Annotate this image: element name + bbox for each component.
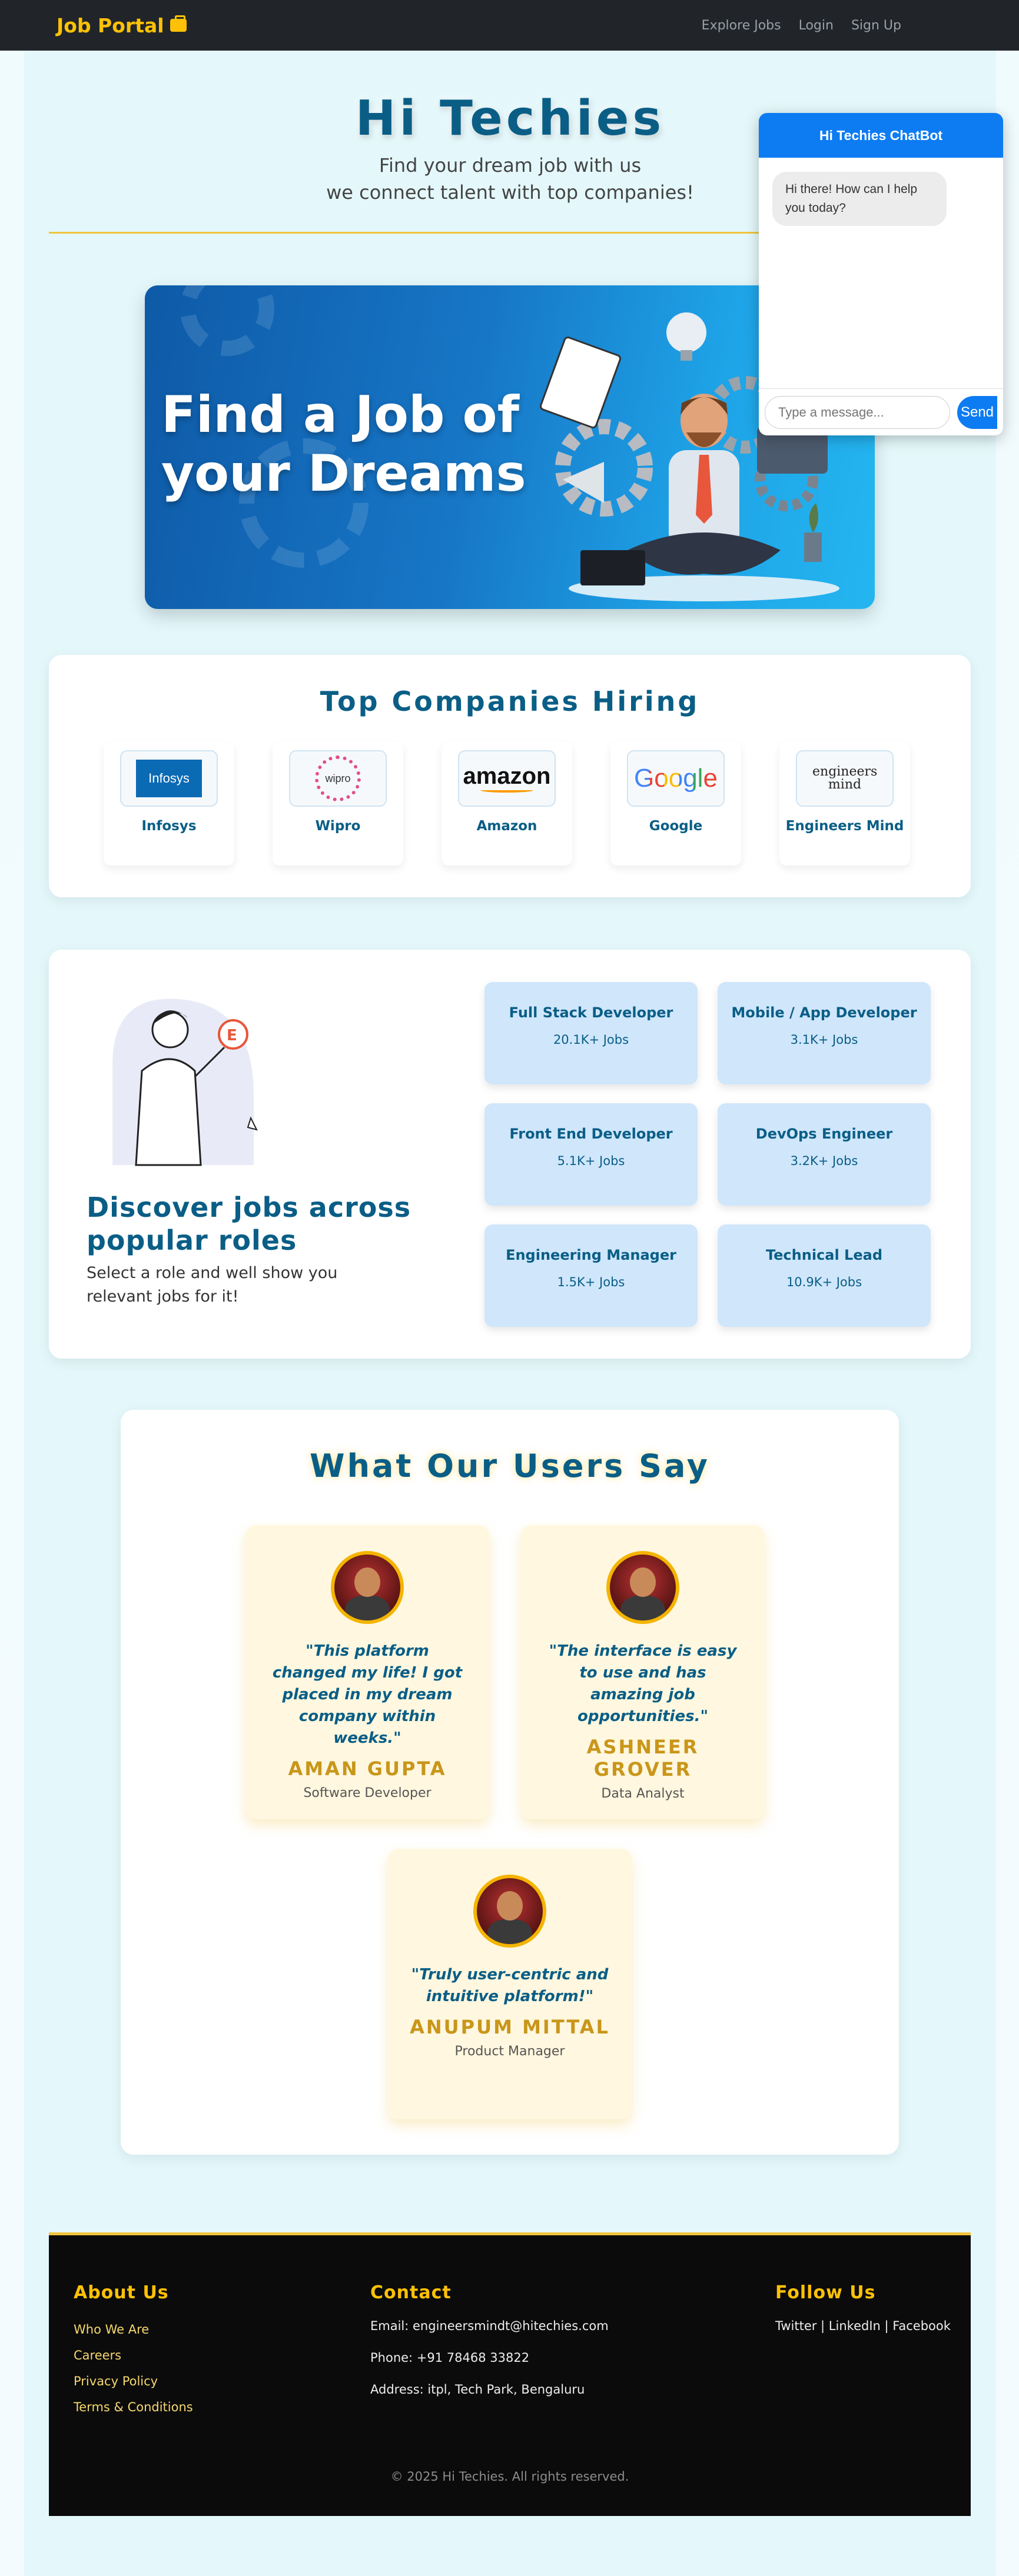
role-title: Engineering Manager <box>506 1247 676 1263</box>
testimonial-card: "The interface is easy to use and has am… <box>521 1525 765 1819</box>
company-name: Wipro <box>315 818 361 834</box>
brand[interactable]: Job Portal <box>57 14 187 37</box>
footer-contact-title: Contact <box>370 2282 452 2303</box>
testimonial-quote: "Truly user-centric and intuitive platfo… <box>411 1966 609 2005</box>
popular-roles-card: E Discover jobs across popular roles Sel… <box>49 950 971 1359</box>
testimonial-role: Data Analyst <box>601 1786 685 1801</box>
role-card-mobile-app[interactable]: Mobile / App Developer 3.1K+ Jobs <box>718 982 931 1084</box>
briefcase-icon <box>170 15 187 32</box>
banner-line-2: your Dreams <box>161 444 526 503</box>
chat-message-input[interactable] <box>765 395 950 429</box>
company-name: Engineers Mind <box>785 818 904 834</box>
testimonial-card: "Truly user-centric and intuitive platfo… <box>388 1849 632 2119</box>
amazon-smile-icon <box>480 788 533 793</box>
testimonial-role: Software Developer <box>303 1786 432 1800</box>
role-job-count: 5.1K+ Jobs <box>557 1154 625 1168</box>
company-card-infosys[interactable]: Infosys Infosys <box>104 742 234 866</box>
svg-text:E: E <box>227 1027 237 1044</box>
google-logo: Google <box>627 750 725 807</box>
nav-links: Explore Jobs Login Sign Up <box>702 18 901 33</box>
companies-title: Top Companies Hiring <box>320 685 700 717</box>
gear-decoration <box>180 285 274 356</box>
role-title: Mobile / App Developer <box>731 1004 917 1021</box>
chatbot-title: Hi Techies ChatBot <box>759 113 1003 158</box>
infosys-logo: Infosys <box>120 750 218 807</box>
chat-send-button[interactable]: Send <box>957 395 997 429</box>
top-companies-card: Top Companies Hiring Infosys Infosys wip… <box>49 655 971 897</box>
role-job-count: 1.5K+ Jobs <box>557 1275 625 1289</box>
footer-phone: Phone: +91 78468 33822 <box>370 2351 530 2365</box>
role-title: Technical Lead <box>765 1247 883 1263</box>
roles-subtitle: Select a role and well show you relevant… <box>87 1264 338 1306</box>
testimonial-name: AMAN GUPTA <box>288 1758 447 1780</box>
company-name: Amazon <box>476 818 537 834</box>
job-seeker-illustration: E <box>112 999 258 1166</box>
company-card-engineers-mind[interactable]: engineers mind Engineers Mind <box>779 742 910 866</box>
role-job-count: 10.9K+ Jobs <box>786 1275 862 1289</box>
role-job-count: 3.2K+ Jobs <box>790 1154 858 1168</box>
role-title: Full Stack Developer <box>509 1004 673 1021</box>
company-card-wipro[interactable]: wipro Wipro <box>273 742 403 866</box>
footer-link-careers[interactable]: Careers <box>74 2348 121 2362</box>
testimonial-card: "This platform changed my life! I got pl… <box>245 1525 489 1819</box>
role-card-engineering-manager[interactable]: Engineering Manager 1.5K+ Jobs <box>484 1224 698 1327</box>
company-name: Infosys <box>141 818 197 834</box>
wipro-logo: wipro <box>289 750 387 807</box>
avatar <box>473 1875 546 1948</box>
testimonial-quote: "This platform changed my life! I got pl… <box>272 1642 463 1747</box>
footer-copyright: © 2025 Hi Techies. All rights reserved. <box>390 2470 629 2484</box>
footer: About Us Who We Are Careers Privacy Poli… <box>49 2232 971 2516</box>
chatbot-message: Hi there! How can I help you today? <box>772 172 947 226</box>
footer-address: Address: itpl, Tech Park, Bengaluru <box>370 2382 585 2397</box>
brand-label[interactable]: Job Portal <box>57 14 164 37</box>
company-card-amazon[interactable]: amazon Amazon <box>442 742 572 866</box>
testimonial-quote: "The interface is easy to use and has am… <box>549 1642 737 1725</box>
testimonials-title: What Our Users Say <box>310 1447 710 1485</box>
testimonial-name: ANUPUM MITTAL <box>410 2016 610 2038</box>
nav-signup[interactable]: Sign Up <box>851 18 901 33</box>
footer-follow-title: Follow Us <box>775 2282 876 2303</box>
role-job-count: 20.1K+ Jobs <box>553 1033 629 1047</box>
nav-explore-jobs[interactable]: Explore Jobs <box>702 18 781 33</box>
role-card-full-stack[interactable]: Full Stack Developer 20.1K+ Jobs <box>484 982 698 1084</box>
chatbot-widget: Hi Techies ChatBot Hi there! How can I h… <box>759 113 1003 435</box>
avatar <box>331 1551 404 1624</box>
footer-link-terms[interactable]: Terms & Conditions <box>74 2400 193 2414</box>
footer-email: Email: engineersmindt@hitechies.com <box>370 2319 609 2333</box>
banner-headline: Find a Job of your Dreams <box>161 385 526 503</box>
footer-about-title: About Us <box>74 2282 169 2303</box>
engineers-mind-logo: engineers mind <box>796 750 894 807</box>
role-card-devops[interactable]: DevOps Engineer 3.2K+ Jobs <box>718 1103 931 1206</box>
role-card-technical-lead[interactable]: Technical Lead 10.9K+ Jobs <box>718 1224 931 1327</box>
role-title: DevOps Engineer <box>755 1126 893 1142</box>
testimonial-role: Product Manager <box>454 2044 565 2059</box>
chat-input-row: Send <box>759 388 1003 435</box>
role-title: Front End Developer <box>509 1126 673 1142</box>
testimonial-name: ASHNEER GROVER <box>586 1736 699 1780</box>
footer-social-links[interactable]: Twitter | LinkedIn | Facebook <box>775 2319 951 2333</box>
role-card-front-end[interactable]: Front End Developer 5.1K+ Jobs <box>484 1103 698 1206</box>
nav-login[interactable]: Login <box>799 18 834 33</box>
footer-link-who-we-are[interactable]: Who We Are <box>74 2322 149 2337</box>
testimonials-card: What Our Users Say "This platform change… <box>121 1410 899 2155</box>
avatar <box>606 1551 679 1624</box>
role-job-count: 3.1K+ Jobs <box>790 1033 858 1047</box>
company-card-google[interactable]: Google Google <box>610 742 741 866</box>
company-name: Google <box>649 818 703 834</box>
banner-line-1: Find a Job of <box>161 385 520 444</box>
amazon-logo: amazon <box>458 750 556 807</box>
footer-link-privacy[interactable]: Privacy Policy <box>74 2374 158 2388</box>
navbar: Job Portal Explore Jobs Login Sign Up <box>0 0 1019 51</box>
roles-title: Discover jobs across popular roles <box>87 1192 411 1256</box>
